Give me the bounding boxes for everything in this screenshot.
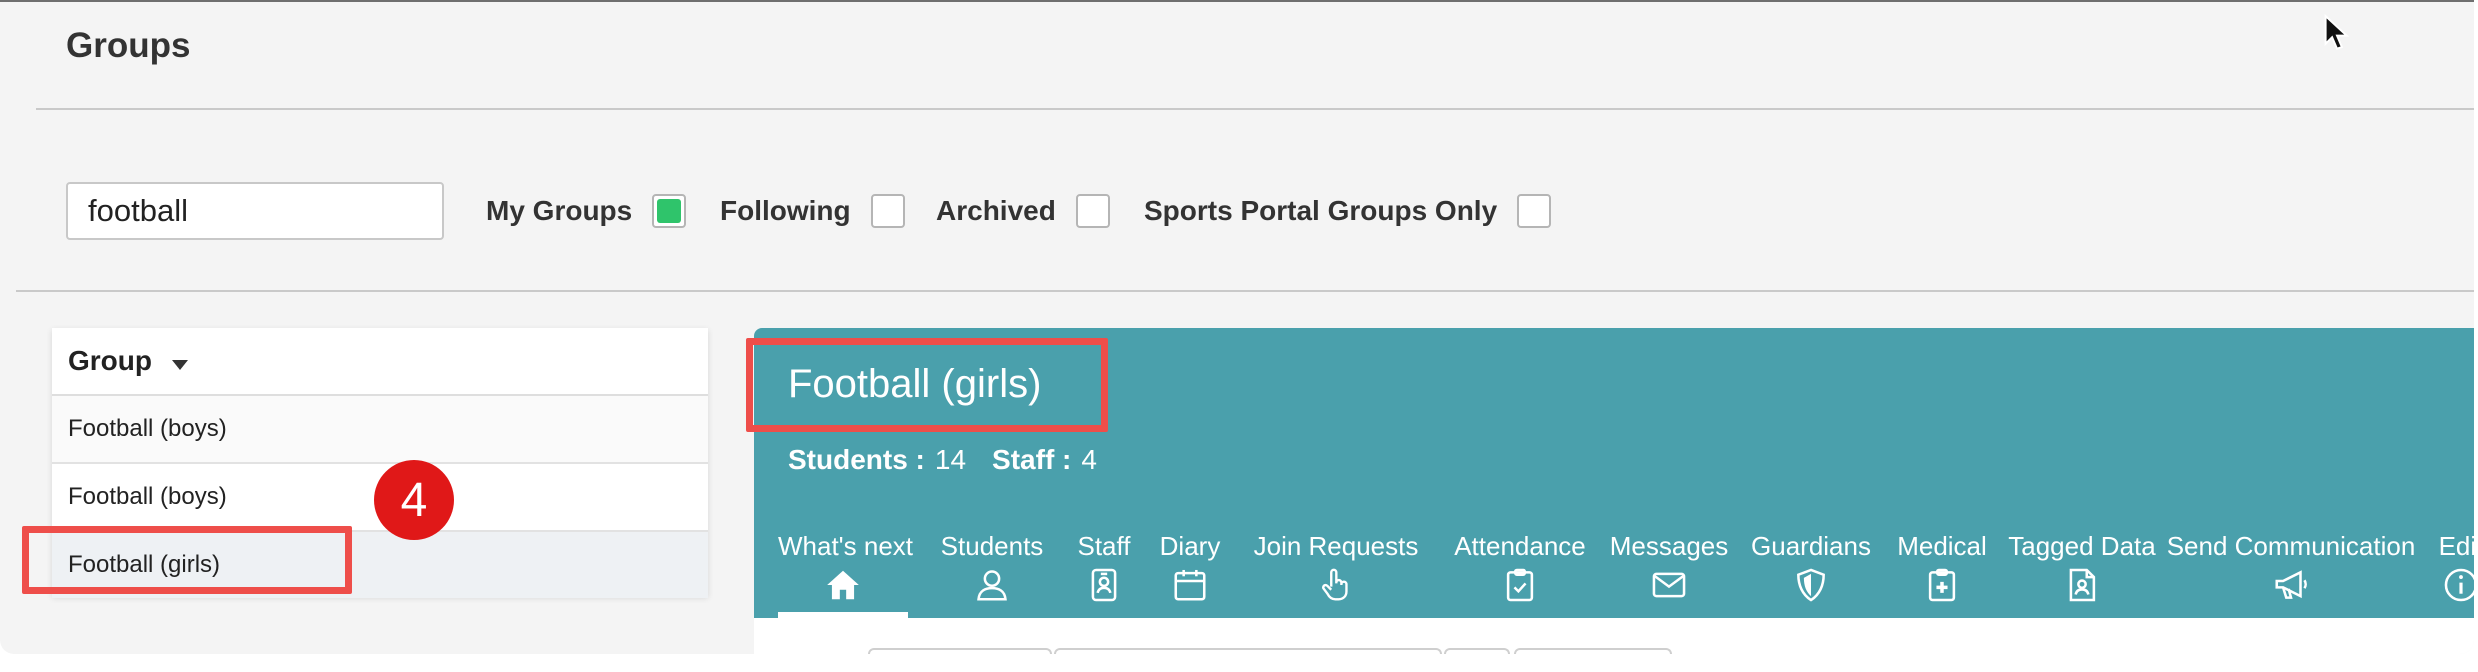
medical-clipboard-icon <box>1928 568 1956 602</box>
pointing-hand-icon <box>1322 568 1348 601</box>
filter-label: Following <box>720 195 851 226</box>
tab-whats-next[interactable]: What's next <box>778 516 914 618</box>
tab-edit[interactable]: Edit <box>2416 516 2474 618</box>
tagged-document-icon <box>2069 568 2096 602</box>
table-row[interactable]: Football (boys) <box>52 396 708 464</box>
sort-caret-icon[interactable] <box>172 360 188 370</box>
tab-tagged-data[interactable]: Tagged Data <box>2008 516 2156 618</box>
divider <box>36 108 2474 110</box>
highlight-box-selected-row <box>22 526 352 594</box>
filter-sports-portal[interactable]: Sports Portal Groups Only <box>1144 190 1552 232</box>
tab-guardians[interactable]: Guardians <box>1744 516 1878 618</box>
group-name: Football (boys) <box>68 483 227 510</box>
id-badge-icon <box>1091 568 1117 602</box>
filter-label: Archived <box>936 195 1056 226</box>
tab-diary[interactable]: Diary <box>1150 516 1230 618</box>
toolbar-button[interactable] <box>868 648 1052 654</box>
tab-label: Send Communication <box>2166 531 2416 561</box>
envelope-icon <box>1652 572 1686 598</box>
filter-following[interactable]: Following <box>720 190 905 232</box>
filter-label: My Groups <box>486 195 633 226</box>
students-count: 14 <box>934 444 967 475</box>
sports-portal-checkbox[interactable] <box>1517 194 1552 228</box>
tab-label: Messages <box>1609 531 1729 561</box>
page-title: Groups <box>66 26 191 65</box>
highlight-box-group-title <box>746 338 1108 432</box>
megaphone-icon <box>2275 570 2307 599</box>
clipboard-check-icon <box>1506 568 1534 602</box>
app-window: Groups My Groups Following Archived Spor… <box>0 0 2474 654</box>
toolbar-button[interactable] <box>1054 648 1442 654</box>
tab-label: Join Requests <box>1253 531 1419 561</box>
following-checkbox[interactable] <box>870 194 905 228</box>
tab-label: Tagged Data <box>2008 531 2156 561</box>
group-column-header[interactable]: Group <box>52 328 708 396</box>
toolbar-button[interactable] <box>1444 648 1510 654</box>
tab-send-communication[interactable]: Send Communication <box>2150 516 2432 618</box>
mouse-cursor-icon <box>2324 14 2350 50</box>
toolbar-button[interactable] <box>1514 648 1672 654</box>
group-tabs: What's next Students Staff Diary Join Re… <box>754 516 2474 618</box>
tab-label: Diary <box>1159 531 1221 561</box>
step-badge: 4 <box>374 460 454 540</box>
tab-join-requests[interactable]: Join Requests <box>1234 516 1438 618</box>
tab-attendance[interactable]: Attendance <box>1450 516 1590 618</box>
search-input[interactable] <box>66 182 444 240</box>
tab-medical[interactable]: Medical <box>1888 516 1996 618</box>
filter-label: Sports Portal Groups Only <box>1144 195 1498 226</box>
filter-my-groups[interactable]: My Groups <box>486 190 687 232</box>
group-name: Football (boys) <box>68 415 227 442</box>
tab-messages[interactable]: Messages <box>1604 516 1734 618</box>
students-label: Students : <box>788 444 925 475</box>
tab-label: What's next <box>778 531 914 561</box>
filter-archived[interactable]: Archived <box>936 190 1110 232</box>
shield-icon <box>1797 568 1825 602</box>
divider <box>16 290 2474 292</box>
home-icon <box>827 570 859 600</box>
staff-label: Staff : <box>992 444 1072 475</box>
calendar-icon <box>1174 569 1206 601</box>
tab-label: Guardians <box>1751 531 1871 561</box>
group-stats: Students : 14 Staff : 4 <box>788 444 1123 476</box>
tab-label: Medical <box>1897 531 1987 561</box>
tab-label: Attendance <box>1454 531 1586 561</box>
archived-checkbox[interactable] <box>1075 194 1110 228</box>
tab-staff[interactable]: Staff <box>1064 516 1144 618</box>
tab-students[interactable]: Students <box>940 516 1044 618</box>
person-icon <box>977 570 1007 601</box>
tab-label: Edit <box>2438 531 2474 561</box>
group-header-label: Group <box>68 345 152 376</box>
tab-label: Students <box>940 531 1044 561</box>
staff-count: 4 <box>1081 444 1097 475</box>
info-icon <box>2444 568 2474 602</box>
my-groups-checkbox[interactable] <box>652 194 687 228</box>
tab-label: Staff <box>1077 531 1131 561</box>
